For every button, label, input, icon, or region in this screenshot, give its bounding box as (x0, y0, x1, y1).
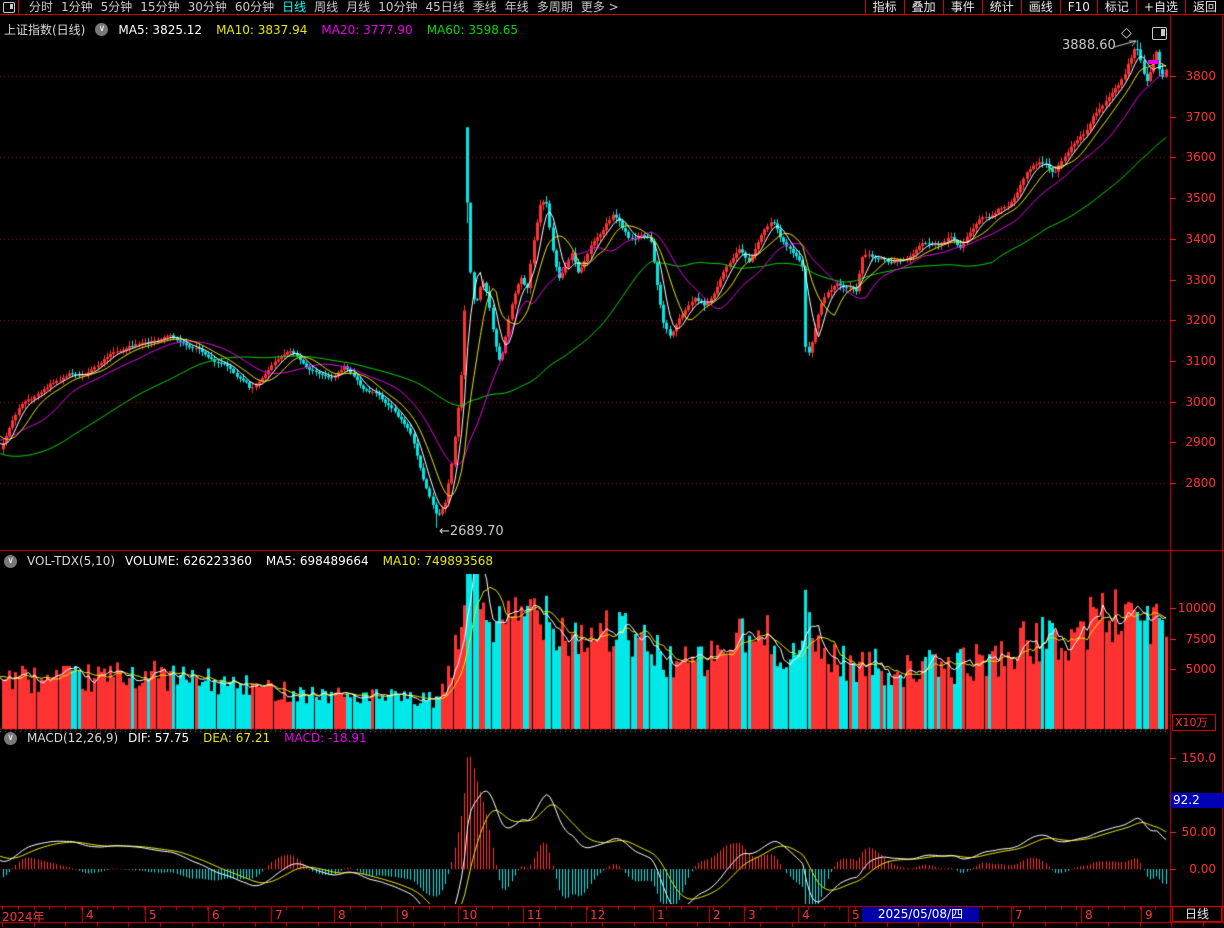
price-axis-tick: 3200 (1170, 313, 1216, 327)
macd-value-label: DIF: 57.75 (128, 731, 189, 745)
macd-axis-tick: 150.0 (1170, 751, 1216, 765)
month-axis-label: 5 (149, 908, 157, 922)
toolbar-button-统计[interactable]: 统计 (982, 0, 1021, 14)
volume-axis-tick: 10000 (1170, 601, 1216, 615)
volume-indicator-name: VOL-TDX(5,10) (27, 554, 115, 568)
price-axis-tick: 3600 (1170, 150, 1216, 164)
toolbar-button-+自选[interactable]: +自选 (1136, 0, 1185, 14)
current-period-label[interactable]: 日线 (1172, 906, 1222, 922)
price-panel-header: 上证指数(日线) ∨ MA5: 3825.12 MA10: 3837.94 MA20… (4, 21, 518, 38)
menu-item-15分钟[interactable]: 15分钟 (140, 1, 179, 14)
layout-panel-icon[interactable] (3, 2, 15, 13)
price-axis-tick: 3000 (1170, 395, 1216, 409)
month-axis-label: 5 (852, 908, 860, 922)
collapse-chevron-icon[interactable]: ∨ (95, 23, 108, 36)
month-axis-label: 7 (1015, 908, 1023, 922)
ma-value-label: MA60: 3598.65 (427, 23, 518, 37)
price-axis-tick: 3800 (1170, 69, 1216, 83)
tdx-app-window: 分时1分钟5分钟15分钟30分钟60分钟日线周线月线10分钟45日线季线年线多周… (0, 0, 1224, 928)
month-axis-label: 4 (802, 908, 810, 922)
month-axis-label: 9 (1145, 908, 1153, 922)
low-price-annotation: ←2689.70 (439, 524, 504, 539)
price-axis-tick: 2900 (1170, 435, 1216, 449)
menu-item-多周期[interactable]: 多周期 (537, 1, 573, 14)
macd-axis-tick: 50.00 (1170, 825, 1216, 839)
macd-value-label: MACD: -18.91 (284, 731, 367, 745)
mini-panel-icon[interactable] (1152, 27, 1167, 40)
month-axis-label: 9 (401, 908, 409, 922)
collapse-chevron-icon[interactable]: ∨ (4, 732, 17, 745)
ma-value-label: MA10: 3837.94 (216, 23, 307, 37)
period-menu-items: 分时 1分钟 5分钟 15分钟 30分钟 60分钟日线周线月线 10分钟 45日线季线年线多周… (25, 1, 623, 14)
month-axis-label: 6 (212, 908, 220, 922)
month-axis-label: 4 (86, 908, 94, 922)
macd-panel-header: ∨ MACD(12,26,9) DIF: 57.75 DEA: 67.21 MACD… (4, 731, 367, 745)
collapse-chevron-icon[interactable]: ∨ (4, 555, 17, 568)
month-axis-label: 1 (657, 908, 665, 922)
volume-value-label: VOLUME: 626223360 (125, 554, 252, 568)
diamond-marker-icon[interactable]: ◇ (1121, 25, 1132, 41)
price-axis-tick: 3400 (1170, 232, 1216, 246)
ma-value-label: MA20: 3777.90 (321, 23, 412, 37)
selected-date-badge: 2025/05/08/四 (862, 907, 979, 922)
month-axis-label: 7 (275, 908, 283, 922)
volume-panel-header: ∨ VOL-TDX(5,10) VOLUME: 626223360 MA5: 69… (4, 554, 493, 568)
chart-canvas[interactable] (0, 0, 1224, 928)
menu-item-更多 >[interactable]: 更多 > (581, 1, 619, 14)
menu-item-45日线[interactable]: 45日线 (425, 1, 464, 14)
menu-item-30分钟[interactable]: 30分钟 (188, 1, 227, 14)
macd-indicator-name: MACD(12,26,9) (27, 731, 118, 745)
month-axis-label: 10 (462, 908, 477, 922)
macd-axis-highlight: 92.2 (1171, 793, 1224, 808)
toolbar-button-返回[interactable]: 返回 (1185, 0, 1224, 14)
menu-item-5分钟[interactable]: 5分钟 (101, 1, 133, 14)
month-axis-label: 2024年 (2, 908, 45, 925)
volume-unit-label: X10万 (1172, 714, 1216, 731)
ma-value-label: MA5: 3825.12 (118, 23, 202, 37)
macd-axis-tick: 0.00 (1170, 862, 1216, 876)
menu-item-分时[interactable]: 分时 (29, 1, 53, 14)
toolbar-button-F10[interactable]: F10 (1060, 0, 1097, 14)
volume-value-label: MA5: 698489664 (266, 554, 369, 568)
macd-value-labels: DIF: 57.75 DEA: 67.21 MACD: -18.91 (128, 731, 367, 745)
month-axis-label: 3 (748, 908, 756, 922)
volume-value-label: MA10: 749893568 (383, 554, 493, 568)
menu-item-季线[interactable]: 季线 (473, 1, 497, 14)
menu-item-60分钟[interactable]: 60分钟 (235, 1, 274, 14)
menu-item-月线[interactable]: 月线 (346, 1, 370, 14)
menu-item-日线[interactable]: 日线 (282, 1, 306, 14)
month-axis-label: 2 (713, 908, 721, 922)
month-axis-label: 11 (527, 908, 542, 922)
toolbar-buttons: 指标叠加事件统计画线F10标记+自选返回 (865, 0, 1224, 14)
menu-divider (18, 0, 19, 14)
ma20-end-marker (1148, 60, 1159, 64)
high-price-annotation: 3888.60 (1062, 38, 1116, 53)
price-axis-tick: 3100 (1170, 354, 1216, 368)
period-menubar: 分时 1分钟 5分钟 15分钟 30分钟 60分钟日线周线月线 10分钟 45日线季线年线多周… (0, 0, 1224, 15)
menu-item-1分钟[interactable]: 1分钟 (61, 1, 93, 14)
symbol-title: 上证指数(日线) (4, 21, 85, 38)
price-axis-tick: 3700 (1170, 110, 1216, 124)
toolbar-button-叠加[interactable]: 叠加 (904, 0, 943, 14)
toolbar-button-画线[interactable]: 画线 (1021, 0, 1060, 14)
toolbar-button-事件[interactable]: 事件 (943, 0, 982, 14)
toolbar-button-标记[interactable]: 标记 (1097, 0, 1136, 14)
month-axis-label: 12 (590, 908, 605, 922)
menu-item-年线[interactable]: 年线 (505, 1, 529, 14)
price-axis-tick: 3300 (1170, 273, 1216, 287)
toolbar-button-指标[interactable]: 指标 (865, 0, 904, 14)
price-axis-tick: 2800 (1170, 476, 1216, 490)
price-axis-tick: 3500 (1170, 191, 1216, 205)
volume-axis-tick: 7500 (1170, 632, 1216, 646)
menu-item-10分钟[interactable]: 10分钟 (378, 1, 417, 14)
month-axis-label: 8 (338, 908, 346, 922)
volume-axis-tick: 5000 (1170, 662, 1216, 676)
menu-item-周线[interactable]: 周线 (314, 1, 338, 14)
volume-value-labels: VOLUME: 626223360 MA5: 698489664 MA10: 749… (125, 554, 493, 568)
price-ma-labels: MA5: 3825.12 MA10: 3837.94 MA20: 3777.90 MA… (118, 23, 518, 37)
month-axis-label: 8 (1085, 908, 1093, 922)
macd-value-label: DEA: 67.21 (203, 731, 270, 745)
